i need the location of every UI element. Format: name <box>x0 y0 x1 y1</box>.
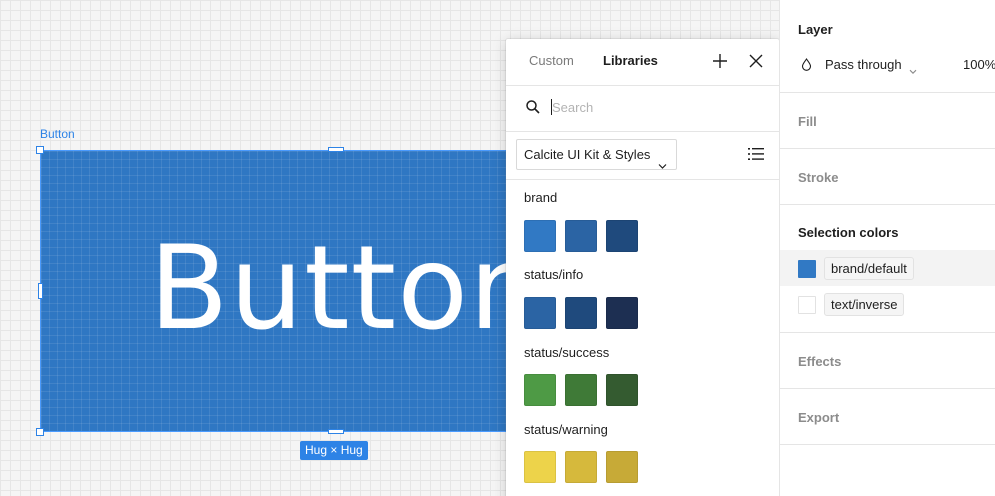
frame-name-label[interactable]: Button <box>40 127 75 141</box>
resize-handle-top-left[interactable] <box>36 146 44 154</box>
divider <box>780 388 995 389</box>
layer-section-title: Layer <box>798 22 833 37</box>
blend-mode-icon <box>801 58 812 71</box>
style-token-label[interactable]: text/inverse <box>824 293 905 316</box>
color-swatch[interactable] <box>565 220 597 252</box>
divider <box>506 179 779 180</box>
divider <box>780 332 995 333</box>
color-swatch[interactable] <box>606 220 638 252</box>
swatch-row <box>524 220 638 252</box>
selection-color-swatch[interactable] <box>798 260 816 278</box>
style-token-label[interactable]: brand/default <box>824 257 914 280</box>
color-swatch[interactable] <box>524 220 556 252</box>
resize-handle-bottom-edge[interactable] <box>328 429 344 434</box>
selection-color-row[interactable]: brand/default <box>780 250 995 286</box>
frame-text-layer[interactable]: Button <box>149 219 544 359</box>
style-group-label: status/info <box>524 267 584 282</box>
divider <box>780 204 995 205</box>
export-section-title[interactable]: Export <box>798 410 839 425</box>
color-swatch[interactable] <box>524 451 556 483</box>
color-swatch[interactable] <box>565 297 597 329</box>
library-dropdown[interactable]: Calcite UI Kit & Styles <box>516 139 677 170</box>
color-swatch[interactable] <box>524 374 556 406</box>
selection-color-swatch[interactable] <box>798 296 816 314</box>
style-group-label: brand <box>524 190 558 205</box>
color-swatch[interactable] <box>565 374 597 406</box>
text-caret <box>551 99 552 115</box>
divider <box>506 131 779 132</box>
resize-handle-left-edge[interactable] <box>38 283 43 299</box>
divider <box>780 444 995 445</box>
style-group-label: status/success <box>524 345 610 360</box>
list-view-icon[interactable] <box>747 146 765 162</box>
library-dropdown-value: Calcite UI Kit & Styles <box>524 147 651 162</box>
blend-mode-dropdown[interactable]: Pass through <box>825 57 902 72</box>
color-swatch[interactable] <box>606 297 638 329</box>
divider <box>780 92 995 93</box>
search-icon <box>525 99 541 115</box>
chevron-down-icon[interactable] <box>909 62 917 74</box>
layer-opacity-input[interactable]: 100% <box>963 57 995 72</box>
selection-color-row[interactable]: text/inverse <box>780 286 995 322</box>
chevron-down-icon <box>658 151 667 169</box>
swatch-row <box>524 297 638 329</box>
search-input[interactable] <box>552 97 752 117</box>
style-group-label: status/warning <box>524 422 608 437</box>
swatch-row <box>524 374 638 406</box>
resize-handle-top-edge[interactable] <box>328 147 344 152</box>
color-swatch[interactable] <box>606 374 638 406</box>
close-icon[interactable] <box>746 51 766 71</box>
tab-libraries[interactable]: Libraries <box>603 53 658 68</box>
swatch-row <box>524 451 638 483</box>
fill-section-title[interactable]: Fill <box>798 114 817 129</box>
color-swatch[interactable] <box>606 451 638 483</box>
color-styles-popup: Custom Libraries Calcite UI Kit & Styles… <box>506 39 779 496</box>
picker-tab-bar: Custom Libraries <box>506 39 779 85</box>
selection-colors-title: Selection colors <box>798 225 899 240</box>
effects-section-title[interactable]: Effects <box>798 354 841 369</box>
color-swatch[interactable] <box>565 451 597 483</box>
tab-custom[interactable]: Custom <box>529 53 574 68</box>
properties-panel: Layer Pass through 100% Fill Stroke Sele… <box>779 0 995 496</box>
plus-icon[interactable] <box>710 51 730 71</box>
stroke-section-title[interactable]: Stroke <box>798 170 838 185</box>
resize-handle-bottom-left[interactable] <box>36 428 44 436</box>
resize-mode-badge: Hug × Hug <box>300 441 368 460</box>
divider <box>780 148 995 149</box>
color-swatch[interactable] <box>524 297 556 329</box>
divider <box>506 85 779 86</box>
